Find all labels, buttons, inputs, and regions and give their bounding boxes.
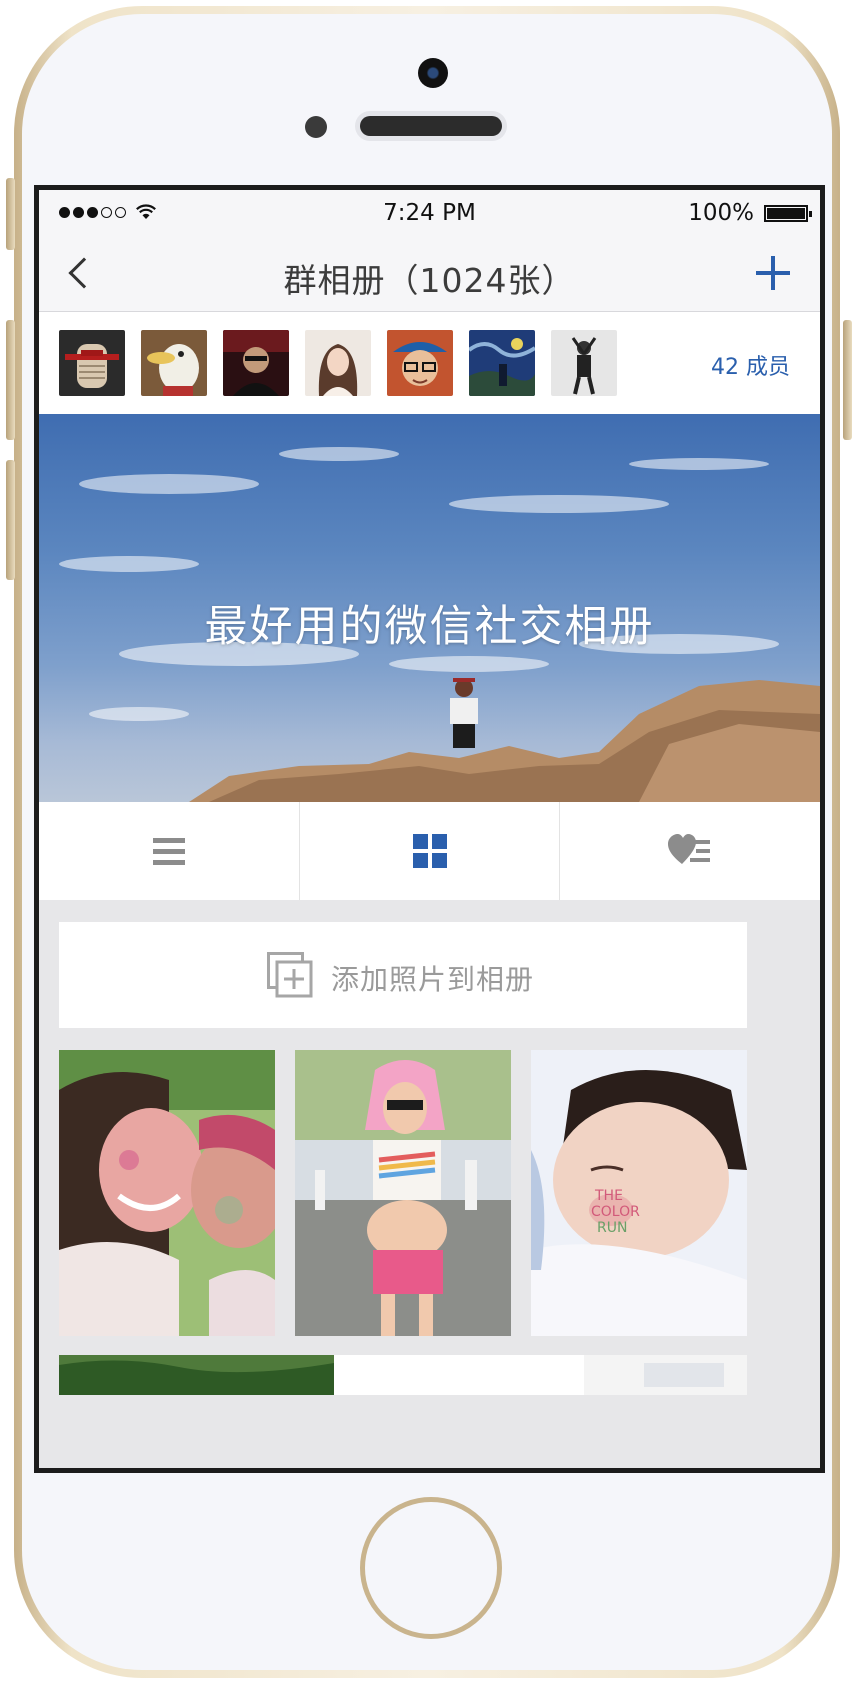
battery-percentage: 100% — [688, 200, 754, 226]
earpiece-speaker — [360, 116, 502, 136]
power-button — [843, 320, 852, 440]
member-avatar[interactable] — [223, 330, 289, 396]
app-screen: 7:24 PM 100% 群相册（1024张） 42 成员 最好用的微信社交相册… — [34, 185, 825, 1473]
photo-thumbnail[interactable] — [295, 1050, 511, 1336]
tab-grid-view[interactable] — [298, 802, 560, 900]
avatar-image — [223, 330, 289, 396]
photo-thumbnail[interactable]: THE COLOR RUN — [531, 1050, 747, 1336]
member-avatar[interactable] — [305, 330, 371, 396]
add-button[interactable] — [746, 246, 800, 300]
photo-thumbnail-partial[interactable] — [59, 1355, 334, 1395]
photo-partial — [59, 1355, 334, 1395]
member-avatar[interactable] — [469, 330, 535, 396]
svg-text:RUN: RUN — [597, 1220, 627, 1236]
grid-view-icon — [412, 834, 447, 868]
proximity-sensor — [305, 116, 327, 138]
member-avatar[interactable] — [387, 330, 453, 396]
navigation-bar: 群相册（1024张） — [39, 234, 820, 312]
hero-title: 最好用的微信社交相册 — [204, 602, 655, 652]
list-view-icon — [152, 838, 185, 866]
hero-banner: 最好用的微信社交相册 — [39, 414, 820, 802]
member-avatar[interactable] — [59, 330, 125, 396]
photo-runner — [295, 1050, 511, 1336]
tab-list-view[interactable] — [39, 802, 299, 900]
tab-favorites[interactable] — [559, 802, 820, 900]
home-button[interactable] — [360, 1497, 502, 1639]
add-photo-label: 添加照片到相册 — [331, 963, 535, 996]
add-photo-button[interactable]: 添加照片到相册 — [59, 922, 747, 1028]
album-content: 添加照片到相册 THE COLOR RUN — [39, 900, 820, 1468]
avatar-image — [141, 330, 207, 396]
photo-thumbnail[interactable] — [59, 1050, 275, 1336]
avatar-image — [469, 330, 535, 396]
page-title: 群相册（1024张） — [283, 261, 576, 300]
member-avatar[interactable] — [141, 330, 207, 396]
front-camera — [418, 58, 448, 88]
photo-thumbnail-partial[interactable] — [584, 1355, 747, 1395]
member-count-link[interactable]: 42 成员 — [711, 349, 790, 381]
svg-text:COLOR: COLOR — [591, 1204, 640, 1220]
photo-partial — [584, 1355, 747, 1395]
members-bar: 42 成员 — [39, 312, 820, 414]
status-bar: 7:24 PM 100% — [39, 190, 820, 234]
avatar-image — [59, 330, 125, 396]
add-photo-icon — [267, 952, 313, 998]
volume-up-button — [6, 320, 15, 440]
photo-thumbnail-partial[interactable] — [334, 1355, 584, 1395]
member-avatar[interactable] — [551, 330, 617, 396]
avatar-image — [551, 330, 617, 396]
view-mode-tabs — [39, 802, 820, 900]
avatar-image — [305, 330, 371, 396]
photo-baby: THE COLOR RUN — [531, 1050, 747, 1336]
battery-icon — [764, 205, 812, 222]
svg-text:THE: THE — [594, 1188, 623, 1204]
avatar-image — [387, 330, 453, 396]
photo-couple — [59, 1050, 275, 1336]
favorites-icon — [668, 834, 711, 864]
mute-switch — [6, 178, 15, 250]
volume-down-button — [6, 460, 15, 580]
